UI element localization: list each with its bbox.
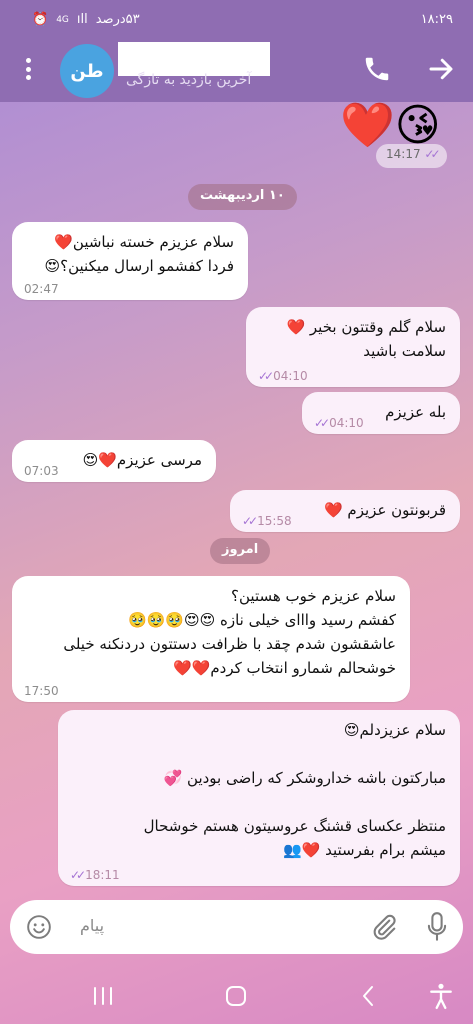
message-text: سلام گلم وقتتون بخیر ❤️ سلامت باشید bbox=[286, 318, 446, 360]
forward-arrow-icon[interactable] bbox=[426, 54, 456, 84]
recents-icon[interactable] bbox=[92, 986, 114, 1006]
last-seen-status: آخرین بازدید به تازگی bbox=[126, 72, 252, 88]
message-bubble-outgoing[interactable]: قربونتون عزیزم ❤️ ✓✓ 15:58 bbox=[230, 490, 460, 532]
message-text: سلام عزیزم خوب هستین؟ کفشم رسید وااای خی… bbox=[63, 587, 396, 677]
read-ticks-icon: ✓✓ bbox=[314, 416, 330, 430]
contact-name-redacted[interactable] bbox=[118, 42, 270, 76]
message-composer: پیام bbox=[10, 900, 463, 954]
message-time: 02:47 bbox=[24, 282, 59, 296]
message-bubble-incoming[interactable]: مرسی عزیزم❤️😍 07:03 bbox=[12, 440, 216, 482]
message-bubble-outgoing[interactable]: بله عزیزم ✓✓ 04:10 bbox=[302, 392, 460, 434]
avatar[interactable]: طن bbox=[60, 44, 114, 98]
message-time: 07:03 bbox=[24, 464, 59, 478]
chat-header: طن آخرین بازدید به تازگی bbox=[0, 36, 473, 102]
message-time: 15:58 bbox=[257, 514, 292, 528]
read-ticks-icon: ✓✓ bbox=[242, 514, 258, 528]
signal-icon: ıll bbox=[76, 12, 88, 27]
home-icon[interactable] bbox=[224, 984, 248, 1008]
message-bubble-incoming[interactable]: سلام عزیزم خوب هستین؟ کفشم رسید وااای خی… bbox=[12, 576, 410, 702]
phone-icon[interactable] bbox=[362, 54, 392, 84]
message-list[interactable]: ❤️😘 14:17 ✓✓ ۱۰ اردیبهشت سلام عزیزم خسته… bbox=[0, 102, 473, 892]
microphone-icon[interactable] bbox=[426, 912, 448, 942]
read-ticks-icon: ✓✓ bbox=[258, 369, 274, 383]
read-ticks-icon: ✓✓ bbox=[424, 147, 440, 161]
date-separator: ۱۰ اردیبهشت bbox=[188, 184, 297, 210]
message-bubble-outgoing[interactable]: سلام عزیزدلم😍 مبارکتون باشه خداروشکر که … bbox=[58, 710, 460, 886]
message-input[interactable]: پیام bbox=[80, 916, 104, 935]
paperclip-icon[interactable] bbox=[370, 912, 398, 942]
message-time: 18:11 bbox=[85, 868, 120, 882]
back-icon[interactable] bbox=[360, 984, 376, 1008]
battery-text: ۵۳درصد bbox=[95, 12, 140, 27]
status-indicators: ۵۳درصد ıll 4G ⏰ bbox=[32, 12, 140, 27]
message-bubble-outgoing[interactable]: سلام گلم وقتتون بخیر ❤️ سلامت باشید ✓✓ 04… bbox=[246, 307, 460, 387]
message-time: 17:50 bbox=[24, 684, 59, 698]
system-nav-bar bbox=[0, 968, 473, 1024]
message-text: سلام عزیزدلم😍 مبارکتون باشه خداروشکر که … bbox=[143, 721, 446, 859]
network-type: 4G bbox=[56, 14, 69, 25]
accessibility-icon[interactable] bbox=[428, 982, 454, 1010]
smiley-icon[interactable] bbox=[26, 914, 52, 940]
status-time: ۱۸:۲۹ bbox=[420, 12, 453, 27]
message-time: 04:10 bbox=[329, 416, 364, 430]
read-ticks-icon: ✓✓ bbox=[70, 868, 86, 882]
sticker-time: 14:17 ✓✓ bbox=[376, 144, 447, 168]
message-time: 04:10 bbox=[273, 369, 308, 383]
message-bubble-incoming[interactable]: سلام عزیزم خسته نباشین❤️ فردا کفشمو ارسا… bbox=[12, 222, 248, 300]
date-separator: امروز bbox=[210, 538, 271, 564]
more-vert-icon[interactable] bbox=[18, 54, 38, 84]
sticker-message[interactable]: ❤️😘 bbox=[340, 104, 441, 148]
message-text: سلام عزیزم خسته نباشین❤️ فردا کفشمو ارسا… bbox=[44, 233, 235, 275]
alarm-icon: ⏰ bbox=[32, 12, 49, 27]
